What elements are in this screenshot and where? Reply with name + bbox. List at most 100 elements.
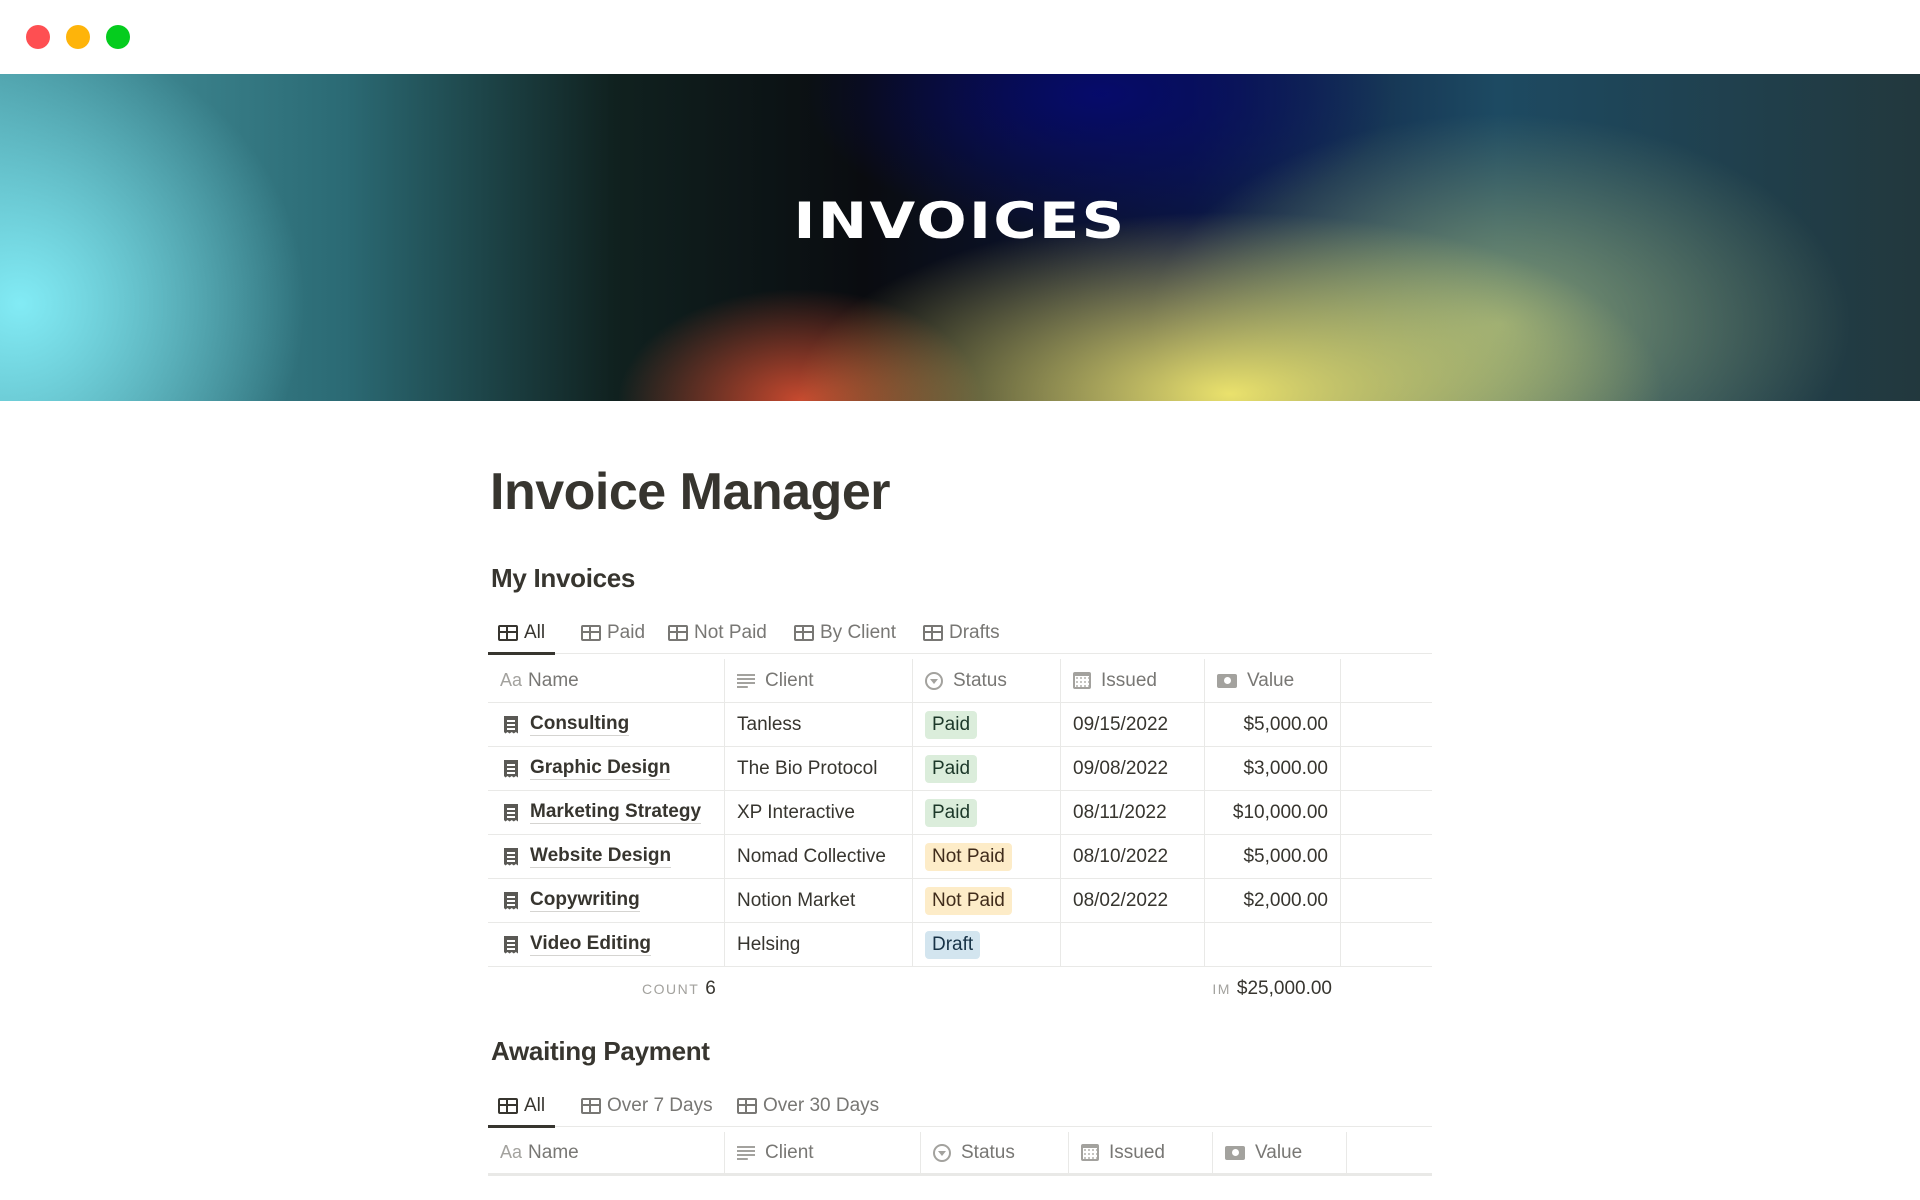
table-row[interactable]: Website Design Nomad Collective Not Paid 08…: [488, 835, 1432, 879]
table-row[interactable]: Video Editing Helsing Draft: [488, 923, 1432, 967]
cell-empty: [1341, 703, 1432, 746]
cell-client[interactable]: Nomad Collective: [725, 835, 913, 878]
table-row[interactable]: Graphic Design The Bio Protocol Paid 09/08/…: [488, 747, 1432, 791]
cell-client[interactable]: Tanless: [725, 703, 913, 746]
cell-status[interactable]: Draft: [913, 923, 1061, 966]
invoice-name-link[interactable]: Video Editing: [530, 933, 652, 957]
table-row[interactable]: Marketing Strategy XP Interactive Paid 08/1…: [488, 791, 1432, 835]
column-header-value[interactable]: Value: [1205, 659, 1341, 702]
cell-client[interactable]: The Bio Protocol: [725, 747, 913, 790]
cell-status[interactable]: Not Paid: [913, 835, 1061, 878]
cell-name[interactable]: Video Editing: [488, 923, 725, 966]
sum-calculation[interactable]: IM $25,000.00: [1212, 978, 1332, 1000]
cell-value[interactable]: $5,000.00: [1205, 703, 1341, 746]
column-header-status[interactable]: Status: [921, 1132, 1069, 1173]
count-label: COUNT: [642, 981, 700, 997]
table-icon: [668, 625, 688, 641]
column-header-client[interactable]: Client: [725, 1132, 921, 1173]
tab-all[interactable]: All: [488, 1085, 556, 1128]
cell-issued[interactable]: 08/02/2022: [1061, 879, 1205, 922]
cell-value[interactable]: [1205, 923, 1341, 966]
cell-issued[interactable]: 08/10/2022: [1061, 835, 1205, 878]
column-header-issued[interactable]: Issued: [1069, 1132, 1213, 1173]
cell-name[interactable]: Consulting: [488, 703, 725, 746]
sum-value: $25,000.00: [1236, 978, 1332, 999]
title-property-icon: Aa: [500, 670, 523, 690]
status-badge: Paid: [925, 798, 978, 827]
tab-not-paid[interactable]: Not Paid: [658, 612, 777, 654]
receipt-icon: [504, 715, 518, 734]
cell-status[interactable]: Paid: [913, 703, 1061, 746]
table-icon: [923, 625, 943, 641]
client-text: Nomad Collective: [737, 845, 886, 867]
column-label: Name: [528, 669, 579, 691]
receipt-icon: [504, 803, 518, 822]
cell-status[interactable]: Paid: [913, 747, 1061, 790]
cover-banner: INVOICES: [0, 74, 1920, 401]
tab-over-30-days[interactable]: Over 30 Days: [727, 1085, 889, 1127]
cell-name[interactable]: Copywriting: [488, 879, 725, 922]
count-calculation[interactable]: COUNT 6: [642, 978, 716, 1000]
column-header-name[interactable]: Aa Name: [488, 1132, 725, 1173]
column-label: Client: [765, 669, 814, 691]
cell-status[interactable]: Not Paid: [913, 879, 1061, 922]
money-icon: [1225, 1145, 1245, 1160]
tab-paid[interactable]: Paid: [571, 612, 655, 654]
column-header-issued[interactable]: Issued: [1061, 659, 1205, 702]
value-amount: $3,000.00: [1243, 757, 1328, 779]
column-header-value[interactable]: Value: [1213, 1132, 1347, 1173]
sum-label: IM: [1212, 981, 1231, 997]
cell-name[interactable]: Website Design: [488, 835, 725, 878]
value-amount: $5,000.00: [1243, 713, 1328, 735]
column-label: Status: [961, 1141, 1015, 1163]
invoice-name-link[interactable]: Marketing Strategy: [530, 801, 702, 825]
cell-client[interactable]: XP Interactive: [725, 791, 913, 834]
cell-issued[interactable]: [1061, 923, 1205, 966]
cell-issued[interactable]: 09/08/2022: [1061, 747, 1205, 790]
tab-label: Over 30 Days: [763, 1095, 880, 1116]
tab-all[interactable]: All: [488, 612, 556, 655]
column-header-name[interactable]: Aa Name: [488, 659, 725, 702]
invoice-name-link[interactable]: Copywriting: [530, 889, 640, 913]
cell-status[interactable]: Paid: [913, 791, 1061, 834]
status-badge: Not Paid: [925, 842, 1012, 871]
column-header-status[interactable]: Status: [913, 659, 1061, 702]
cell-name[interactable]: Marketing Strategy: [488, 791, 725, 834]
cell-value[interactable]: $2,000.00: [1205, 879, 1341, 922]
cell-name[interactable]: Graphic Design: [488, 747, 725, 790]
cell-empty: [1341, 923, 1432, 966]
cell-issued[interactable]: 08/11/2022: [1061, 791, 1205, 834]
maximize-window-button[interactable]: [106, 25, 130, 49]
tab-over-7-days[interactable]: Over 7 Days: [571, 1085, 723, 1127]
cell-issued[interactable]: 09/15/2022: [1061, 703, 1205, 746]
table-icon: [794, 625, 814, 641]
table-header-row: Aa Name Client Status Issued Value: [488, 1132, 1432, 1176]
column-header-client[interactable]: Client: [725, 659, 913, 702]
status-badge: Paid: [925, 710, 978, 739]
text-lines-icon: [737, 673, 755, 688]
cell-value[interactable]: $10,000.00: [1205, 791, 1341, 834]
cell-value[interactable]: $3,000.00: [1205, 747, 1341, 790]
issued-date: 08/11/2022: [1073, 801, 1167, 823]
cell-client[interactable]: Notion Market: [725, 879, 913, 922]
column-label: Name: [528, 1141, 579, 1163]
value-amount: $10,000.00: [1232, 801, 1328, 823]
cell-client[interactable]: Helsing: [725, 923, 913, 966]
money-icon: [1217, 673, 1237, 688]
invoice-name-link[interactable]: Website Design: [530, 845, 672, 869]
tab-by-client[interactable]: By Client: [784, 612, 906, 654]
invoice-name-link[interactable]: Consulting: [530, 713, 630, 737]
column-label: Issued: [1101, 669, 1157, 691]
calendar-icon: [1081, 1144, 1099, 1161]
table-icon: [498, 625, 518, 641]
column-label: Status: [953, 669, 1007, 691]
minimize-window-button[interactable]: [66, 25, 90, 49]
client-text: Tanless: [737, 713, 802, 735]
cell-value[interactable]: $5,000.00: [1205, 835, 1341, 878]
invoice-name-link[interactable]: Graphic Design: [530, 757, 671, 781]
tab-drafts[interactable]: Drafts: [913, 612, 1010, 654]
table-row[interactable]: Consulting Tanless Paid 09/15/2022 $5,000.00: [488, 703, 1432, 747]
close-window-button[interactable]: [26, 25, 50, 49]
table-row[interactable]: Copywriting Notion Market Not Paid 08/02/20…: [488, 879, 1432, 923]
cell-empty: [1341, 835, 1432, 878]
